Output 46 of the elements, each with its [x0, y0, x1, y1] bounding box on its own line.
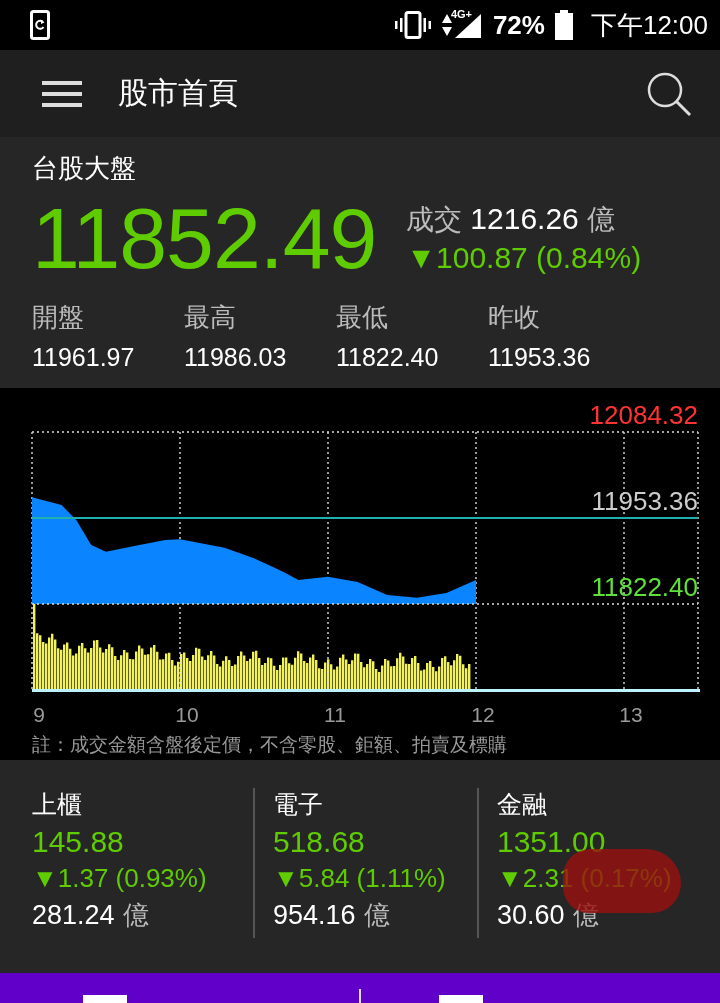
phone-sync-icon [30, 10, 50, 40]
battery-percent: 72% [492, 9, 545, 41]
axis-label: 9 [33, 703, 45, 726]
sector-amount: 30.60 [497, 900, 565, 931]
stat-value: 11953.36 [488, 343, 591, 372]
stat-label: 開盤 [32, 301, 84, 334]
sector-name: 電子 [273, 789, 323, 821]
sector-unit: 億 [122, 899, 149, 932]
volume-unit: 億 [586, 202, 615, 238]
axis-label: 13 [619, 703, 643, 726]
axis-label: 10 [175, 703, 199, 726]
index-name: 台股大盤 [32, 152, 137, 185]
axis-label: 12 [471, 703, 495, 726]
sector-amount: 954.16 [273, 900, 356, 931]
page-title: 股市首頁 [118, 74, 238, 112]
sector-name: 金融 [497, 789, 547, 821]
stat-value: 11822.40 [336, 343, 439, 372]
search-button[interactable] [646, 70, 692, 117]
axis-label: 12084.32 [589, 400, 698, 430]
volume-label: 成交 [406, 202, 463, 238]
chart-note: 註：成交金額含盤後定價，不含零股、鉅額、拍賣及標購 [32, 732, 508, 757]
volume-value: 1216.26 [470, 202, 579, 236]
axis-label: 11 [324, 703, 346, 726]
sector-change: ▼1.37 (0.93%) [32, 863, 207, 893]
sector-value: 518.68 [273, 825, 365, 859]
stat-label: 最低 [336, 301, 388, 334]
clock-time: 下午12:00 [590, 8, 708, 42]
data-arrows-icon [440, 12, 453, 38]
network-type: 4G+ [450, 8, 472, 20]
stat-label: 最高 [184, 301, 236, 334]
sector-value: 145.88 [32, 825, 124, 859]
axis-label: 11953.36 [591, 486, 698, 516]
menu-button[interactable] [42, 80, 82, 107]
vibrate-icon [394, 11, 431, 39]
sector-value: 1351.00 [497, 825, 606, 859]
index-change: ▼100.87 (0.84%) [406, 241, 642, 275]
stat-value: 11986.03 [184, 343, 287, 372]
sector-change: ▼5.84 (1.11%) [273, 863, 446, 893]
battery-icon [554, 10, 573, 40]
axis-label: 11822.40 [591, 572, 698, 602]
sector-amount: 281.24 [32, 900, 115, 931]
stat-label: 昨收 [488, 301, 540, 334]
sector-name: 上櫃 [32, 789, 82, 821]
stat-value: 11961.97 [32, 343, 135, 372]
sector-unit: 億 [363, 899, 390, 932]
index-value: 11852.49 [32, 189, 377, 288]
